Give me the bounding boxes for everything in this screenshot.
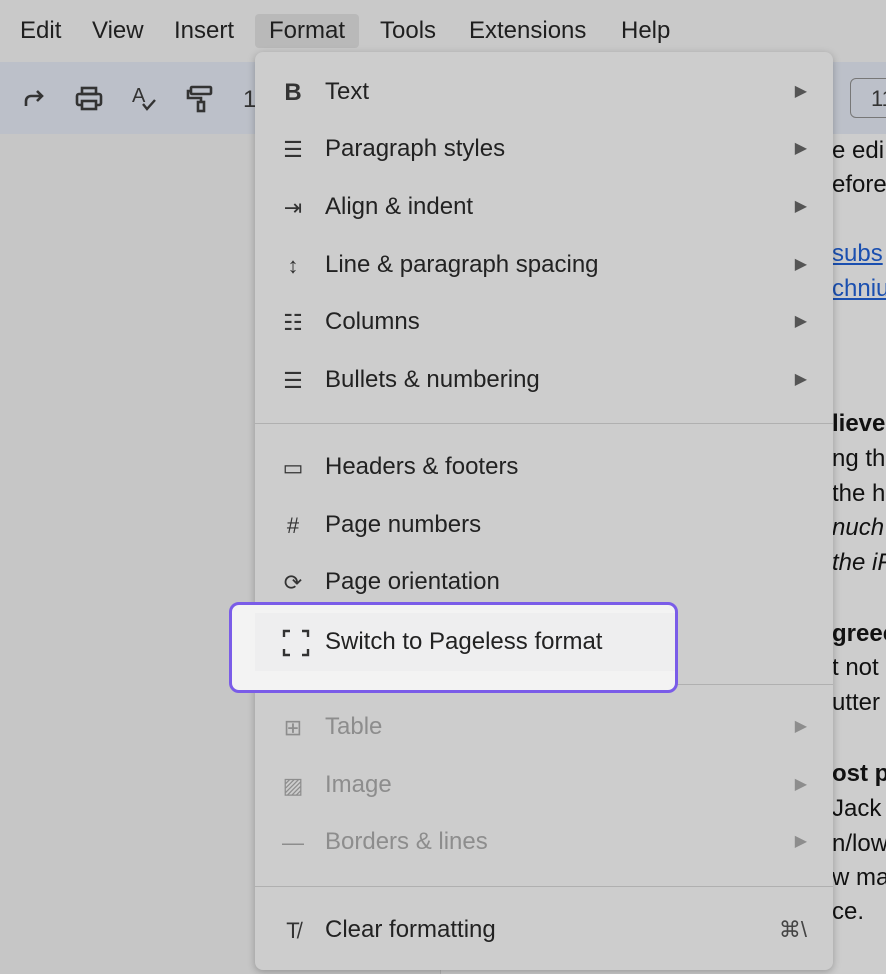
- print-icon[interactable]: [72, 82, 106, 116]
- font-size-input[interactable]: 11: [850, 78, 886, 118]
- menu-item-label: Columns: [325, 308, 420, 335]
- menu-item-clear-formatting[interactable]: T̸ Clear formatting ⌘\: [255, 903, 833, 959]
- clear-formatting-icon: T̸: [286, 918, 300, 943]
- doc-text-line: the h: [832, 480, 886, 507]
- submenu-arrow-icon: ▶: [794, 718, 807, 735]
- doc-text-line: utter: [832, 689, 881, 716]
- menu-item-borders-lines[interactable]: — Borders & lines ▶: [255, 815, 833, 871]
- menu-item-align-indent[interactable]: ⇥ Align & indent ▶: [255, 180, 833, 236]
- doc-text-line: lieve: [832, 410, 886, 437]
- bold-icon: B: [284, 79, 302, 106]
- pageless-icon: [282, 629, 310, 657]
- menu-item-label: Image: [325, 771, 392, 798]
- submenu-arrow-icon: ▶: [794, 313, 807, 330]
- submenu-arrow-icon: ▶: [794, 256, 807, 273]
- menu-item-label: Switch to Pageless format: [325, 628, 603, 655]
- doc-link[interactable]: chniu: [832, 275, 886, 303]
- menu-item-image[interactable]: ▨ Image ▶: [255, 758, 833, 814]
- menu-item-columns[interactable]: ☷ Columns ▶: [255, 295, 833, 351]
- line-spacing-icon: ↕: [287, 253, 299, 278]
- menu-item-label: Align & indent: [325, 193, 474, 220]
- menu-item-switch-to-pageless[interactable]: Switch to Pageless format: [229, 602, 678, 693]
- submenu-arrow-icon: ▶: [794, 371, 807, 388]
- menu-view[interactable]: View: [78, 14, 158, 48]
- border-line-icon: —: [282, 830, 304, 855]
- menu-item-line-paragraph-spacing[interactable]: ↕ Line & paragraph spacing ▶: [255, 238, 833, 294]
- paragraph-styles-icon: ☰: [283, 137, 303, 162]
- doc-link[interactable]: subs: [832, 240, 883, 268]
- doc-text-line: t not: [832, 654, 879, 681]
- shortcut-label: ⌘\: [778, 917, 807, 942]
- menu-item-text[interactable]: B Text ▶: [255, 65, 833, 121]
- menu-item-label: Page numbers: [325, 511, 482, 538]
- menu-insert[interactable]: Insert: [160, 14, 248, 48]
- menu-item-label: Line & paragraph spacing: [325, 251, 599, 278]
- menu-item-label: Page orientation: [325, 568, 500, 595]
- doc-text-line: ce.: [832, 898, 865, 925]
- menu-item-label: Text: [325, 78, 370, 105]
- submenu-arrow-icon: ▶: [794, 83, 807, 100]
- menu-format[interactable]: Format: [255, 14, 360, 48]
- menu-item-label: Paragraph styles: [325, 135, 506, 162]
- bulleted-list-icon: ☰: [283, 368, 303, 393]
- menu-item-page-numbers[interactable]: # Page numbers: [255, 498, 833, 554]
- paint-format-icon[interactable]: [184, 82, 218, 116]
- hash-icon: #: [286, 513, 300, 538]
- doc-text-line: efore: [832, 171, 886, 198]
- menu-item-label: Bullets & numbering: [325, 366, 540, 393]
- redo-icon[interactable]: [16, 82, 50, 116]
- menu-divider: [255, 886, 833, 887]
- spellcheck-icon[interactable]: A: [128, 82, 162, 116]
- header-footer-icon: ▭: [282, 455, 304, 480]
- doc-text-line: greec: [832, 620, 886, 647]
- submenu-arrow-icon: ▶: [794, 833, 807, 850]
- menu-help[interactable]: Help: [607, 14, 684, 48]
- menu-item-label: Headers & footers: [325, 453, 519, 480]
- menu-item-paragraph-styles[interactable]: ☰ Paragraph styles ▶: [255, 122, 833, 178]
- menu-extensions[interactable]: Extensions: [455, 14, 600, 48]
- table-icon: ⊞: [283, 715, 303, 740]
- menu-item-headers-footers[interactable]: ▭ Headers & footers: [255, 440, 833, 496]
- doc-text-line: ng th: [832, 445, 886, 472]
- submenu-arrow-icon: ▶: [794, 776, 807, 793]
- menu-item-table[interactable]: ⊞ Table ▶: [255, 700, 833, 756]
- menu-item-label: Clear formatting: [325, 916, 496, 943]
- doc-text-line: w ma: [832, 864, 886, 891]
- menu-divider: [255, 423, 833, 424]
- doc-text-line: n/low: [832, 830, 886, 857]
- submenu-arrow-icon: ▶: [794, 198, 807, 215]
- doc-text-line: e edi: [832, 137, 885, 164]
- doc-text-line: Jack: [832, 795, 882, 822]
- page-orientation-icon: ⟳: [283, 570, 303, 595]
- doc-text-line: ost p: [832, 760, 886, 787]
- menu-item-label: Table: [325, 713, 383, 740]
- indent-icon: ⇥: [283, 195, 303, 220]
- menu-tools[interactable]: Tools: [366, 14, 450, 48]
- doc-text-line: nuch: [832, 514, 885, 541]
- menu-item-bullets-numbering[interactable]: ☰ Bullets & numbering ▶: [255, 353, 833, 409]
- columns-icon: ☷: [283, 310, 303, 335]
- menu-item-label: Borders & lines: [325, 828, 488, 855]
- format-menu: B Text ▶ ☰ Paragraph styles ▶ ⇥ Align & indent ▶…: [255, 52, 833, 970]
- image-icon: ▨: [282, 773, 304, 798]
- menu-edit[interactable]: Edit: [6, 14, 75, 48]
- submenu-arrow-icon: ▶: [794, 140, 807, 157]
- doc-text-line: the iF: [832, 549, 886, 576]
